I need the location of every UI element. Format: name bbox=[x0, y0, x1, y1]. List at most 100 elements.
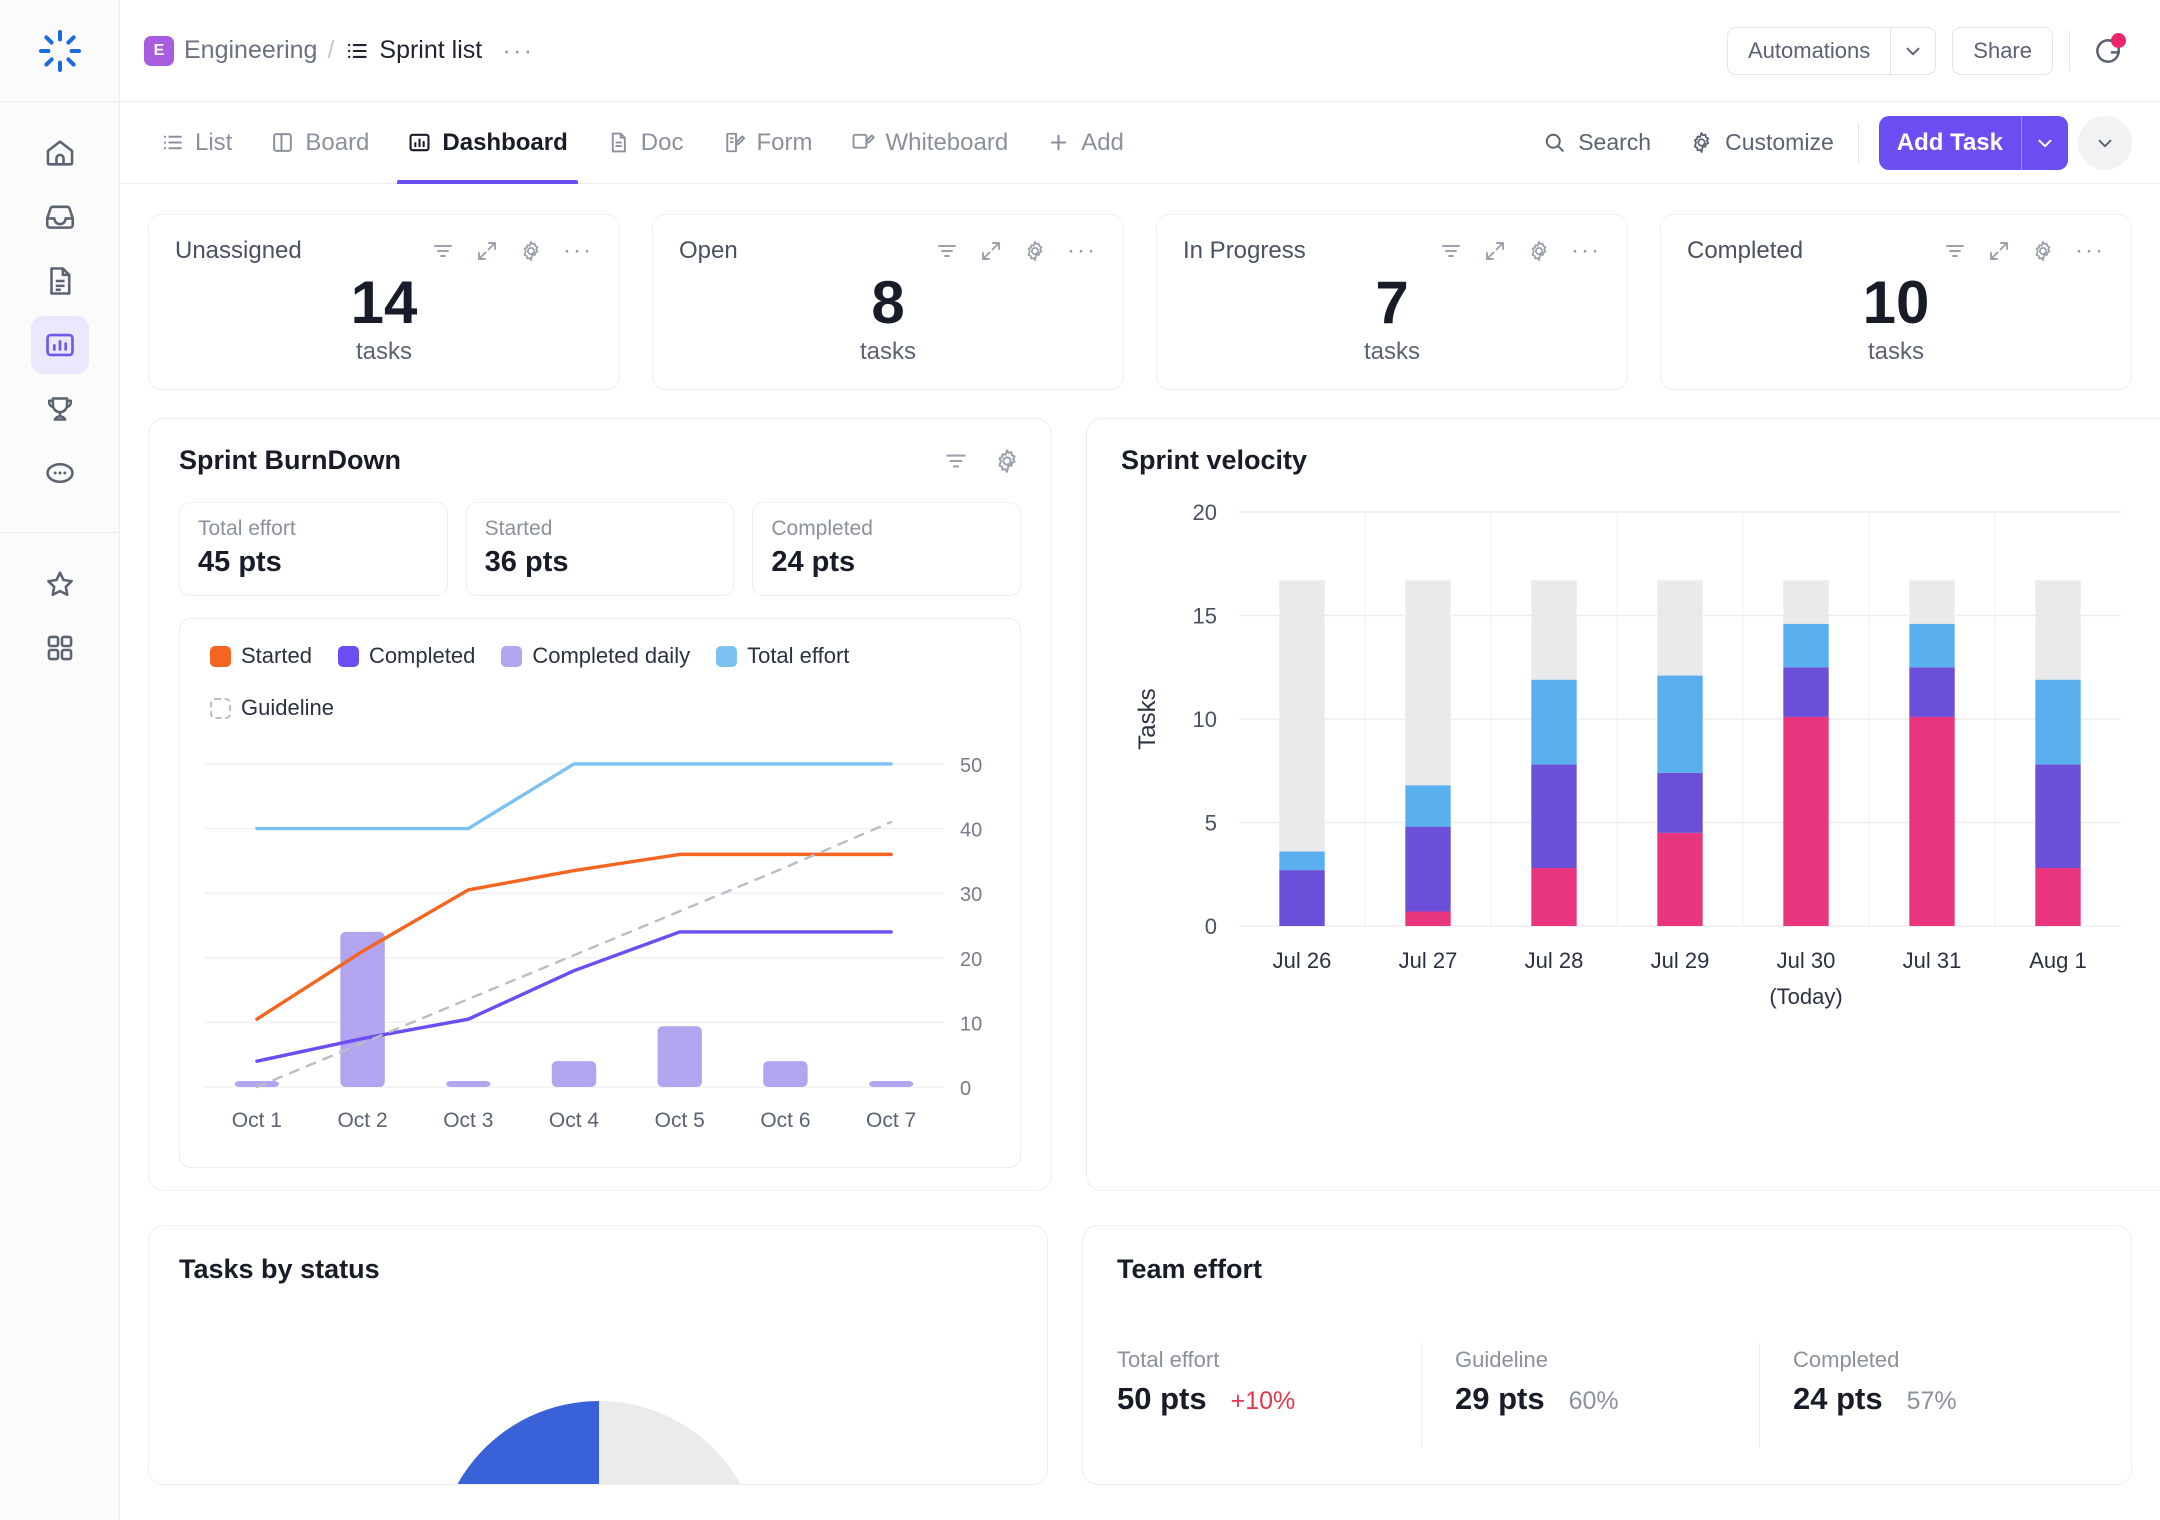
notification-bell-icon[interactable] bbox=[2086, 29, 2130, 73]
legend-label: Guideline bbox=[241, 695, 334, 720]
gear-icon[interactable] bbox=[2031, 239, 2055, 263]
expand-icon[interactable] bbox=[979, 239, 1003, 263]
kpi-header: Open ··· bbox=[679, 237, 1097, 265]
whiteboard-icon bbox=[850, 130, 876, 155]
gear-icon[interactable] bbox=[993, 447, 1021, 475]
burndown-header: Sprint BurnDown bbox=[179, 445, 1021, 476]
expand-icon[interactable] bbox=[1483, 239, 1507, 263]
tab-add-view[interactable]: Add bbox=[1030, 102, 1140, 184]
legend-item-total-effort[interactable]: Total effort bbox=[716, 643, 849, 669]
tab-label: Board bbox=[305, 128, 370, 156]
kpi-overflow-button[interactable]: ··· bbox=[1571, 237, 1601, 265]
kpi-overflow-button[interactable]: ··· bbox=[1067, 237, 1097, 265]
stat-label: Total effort bbox=[1117, 1347, 1220, 1372]
list-icon bbox=[160, 130, 185, 155]
kpi-card-open[interactable]: Open ··· 8 tasks bbox=[652, 214, 1124, 390]
stat-delta: +10% bbox=[1230, 1387, 1296, 1415]
kpi-body: 10 tasks bbox=[1687, 270, 2105, 366]
kpi-body: 7 tasks bbox=[1183, 270, 1601, 366]
view-tools: Search Customize Add Task bbox=[1528, 115, 2132, 170]
sidebar-item-home[interactable] bbox=[31, 124, 89, 182]
svg-text:Oct 2: Oct 2 bbox=[337, 1109, 387, 1132]
notification-badge bbox=[2111, 32, 2126, 48]
breadcrumb-space[interactable]: Engineering bbox=[184, 36, 317, 65]
kpi-card-unassigned[interactable]: Unassigned ··· 14 tasks bbox=[148, 214, 620, 390]
sidebar-item-favorites[interactable] bbox=[31, 555, 89, 613]
svg-text:Oct 7: Oct 7 bbox=[866, 1109, 916, 1132]
tasks-by-status-card: Tasks by status bbox=[148, 1225, 1048, 1485]
filter-icon[interactable] bbox=[431, 239, 455, 263]
breadcrumb-current[interactable]: Sprint list bbox=[344, 36, 482, 65]
chevron-down-icon[interactable] bbox=[2022, 132, 2068, 154]
share-button[interactable]: Share bbox=[1952, 26, 2053, 75]
team-effort-stats: Total effort 50 pts +10% Guideline 29 pt… bbox=[1117, 1343, 2097, 1447]
tab-whiteboard[interactable]: Whiteboard bbox=[834, 102, 1024, 184]
gear-icon[interactable] bbox=[1527, 239, 1551, 263]
filter-icon[interactable] bbox=[1943, 239, 1967, 263]
svg-text:10: 10 bbox=[1193, 707, 1217, 732]
more-options-button[interactable] bbox=[2078, 115, 2132, 170]
team-stat-completed: Completed 24 pts 57% bbox=[1759, 1343, 2097, 1447]
svg-text:Oct 6: Oct 6 bbox=[760, 1109, 810, 1132]
stat-row: 29 pts 60% bbox=[1455, 1381, 1735, 1417]
legend-label: Started bbox=[241, 643, 312, 668]
space-avatar[interactable]: E bbox=[144, 35, 174, 66]
expand-icon[interactable] bbox=[1987, 239, 2011, 263]
customize-button[interactable]: Customize bbox=[1675, 119, 1848, 167]
tab-form[interactable]: Form bbox=[705, 102, 828, 184]
kpi-overflow-button[interactable]: ··· bbox=[563, 237, 593, 265]
legend-item-guideline[interactable]: Guideline bbox=[210, 695, 334, 721]
add-task-label: Add Task bbox=[1896, 128, 2003, 156]
stat-value: 24 pts bbox=[1793, 1381, 1883, 1416]
gear-icon[interactable] bbox=[1023, 239, 1047, 263]
breadcrumb-overflow-button[interactable]: ··· bbox=[502, 35, 534, 66]
team-effort-card: Team effort Total effort 50 pts +10% Gui… bbox=[1082, 1225, 2132, 1485]
sprint-velocity-card: Sprint velocity 0 5 10 15 20 Tasks Jul 26 Jul 2… bbox=[1086, 418, 2160, 1191]
kpi-overflow-button[interactable]: ··· bbox=[2075, 237, 2105, 265]
tab-dashboard[interactable]: Dashboard bbox=[391, 102, 583, 184]
tab-board[interactable]: Board bbox=[254, 102, 385, 184]
gear-icon[interactable] bbox=[519, 239, 543, 263]
tab-list[interactable]: List bbox=[144, 102, 248, 184]
legend-item-completed-daily[interactable]: Completed daily bbox=[501, 643, 690, 669]
bottom-row: Tasks by status Team effort Total effort… bbox=[148, 1225, 2132, 1485]
sidebar-item-inbox[interactable] bbox=[31, 188, 89, 246]
svg-text:Oct 5: Oct 5 bbox=[655, 1109, 705, 1132]
filter-icon[interactable] bbox=[935, 239, 959, 263]
card-title: Sprint BurnDown bbox=[179, 445, 401, 475]
rail-secondary-group bbox=[0, 533, 119, 677]
add-task-button[interactable]: Add Task bbox=[1878, 115, 2068, 170]
svg-text:Aug 1: Aug 1 bbox=[2029, 948, 2087, 973]
svg-text:0: 0 bbox=[1205, 914, 1217, 939]
tab-doc[interactable]: Doc bbox=[590, 102, 700, 184]
filter-icon[interactable] bbox=[1439, 239, 1463, 263]
sidebar-item-goals[interactable] bbox=[31, 380, 89, 438]
kpi-card-in-progress[interactable]: In Progress ··· 7 tasks bbox=[1156, 214, 1628, 390]
automations-button[interactable]: Automations bbox=[1726, 26, 1937, 75]
sidebar-item-more[interactable] bbox=[31, 444, 89, 502]
stat-value: 29 pts bbox=[1455, 1381, 1545, 1416]
search-button[interactable]: Search bbox=[1528, 119, 1665, 167]
kpi-unit: tasks bbox=[859, 337, 916, 365]
legend-item-started[interactable]: Started bbox=[210, 643, 312, 669]
kpi-header: In Progress ··· bbox=[1183, 237, 1601, 265]
team-stat-guideline: Guideline 29 pts 60% bbox=[1421, 1343, 1759, 1447]
kpi-value: 14 bbox=[350, 269, 418, 336]
sidebar-item-dashboards[interactable] bbox=[30, 316, 89, 374]
sidebar-item-docs[interactable] bbox=[31, 252, 89, 310]
legend-swatch bbox=[501, 645, 523, 667]
stat-row: 50 pts +10% bbox=[1117, 1381, 1397, 1417]
kpi-card-completed[interactable]: Completed ··· 10 tasks bbox=[1660, 214, 2132, 390]
kpi-actions: ··· bbox=[935, 237, 1097, 265]
kpi-title: Open bbox=[679, 237, 738, 264]
filter-icon[interactable] bbox=[943, 448, 969, 474]
legend-item-completed[interactable]: Completed bbox=[337, 643, 475, 669]
sidebar-item-apps[interactable] bbox=[31, 619, 89, 677]
expand-icon[interactable] bbox=[475, 239, 499, 263]
chevron-down-icon[interactable] bbox=[1891, 40, 1935, 62]
gear-icon bbox=[1689, 130, 1714, 155]
clickup-logo-icon[interactable] bbox=[0, 0, 119, 102]
card-title: Sprint velocity bbox=[1121, 445, 1308, 475]
card-title: Tasks by status bbox=[179, 1254, 380, 1284]
plus-icon bbox=[1046, 130, 1071, 155]
